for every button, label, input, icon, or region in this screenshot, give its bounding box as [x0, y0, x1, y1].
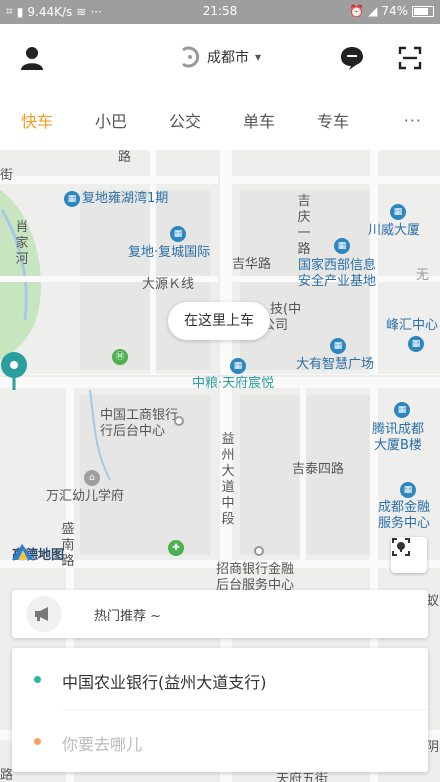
building-poi-icon: ▦	[334, 238, 350, 254]
locate-button[interactable]	[391, 537, 427, 573]
status-right: ⏰ ◢ 74%	[349, 4, 434, 18]
map-label: 万汇幼儿学府	[46, 489, 125, 504]
map-label: 腾讯成都	[372, 422, 425, 437]
signal-bars-icon: ◢	[368, 4, 378, 18]
hospital-poi-icon: ✚	[168, 540, 184, 556]
map-label-vertical: 肖家河	[15, 220, 29, 267]
building-poi-icon: ▦	[170, 226, 186, 242]
map-label: 大源Ｋ线	[142, 277, 195, 292]
app-header: 成都市 ▾	[0, 24, 440, 90]
service-tabs: 快车 小巴 公交 单车 专车 ···	[0, 90, 440, 150]
tab-bus[interactable]: 公交	[148, 108, 222, 132]
map-label: 大厦B楼	[374, 438, 422, 453]
destination-placeholder: 你要去哪儿	[62, 735, 143, 754]
pickup-location-row[interactable]: 中国农业银行(益州大道支行)	[12, 648, 428, 710]
building-poi-icon: ▦	[64, 191, 80, 207]
building-poi-icon: ▦	[400, 482, 416, 498]
map-label: 中国工商银行	[100, 408, 179, 423]
didi-logo-icon	[182, 46, 200, 68]
destination-input[interactable]: 你要去哪儿	[12, 710, 428, 772]
poi-dot-icon	[254, 546, 264, 556]
map-label: 复地雍湖湾1期	[82, 191, 169, 206]
amap-attribution: 高德地图	[12, 544, 64, 563]
building-poi-icon: ▦	[408, 336, 424, 352]
school-poi-icon: ⌂	[84, 470, 100, 486]
map-label: 峰汇中心	[386, 318, 439, 333]
pickup-here-bubble[interactable]: 在这里上车	[168, 302, 270, 340]
tabs-more-button[interactable]: ···	[404, 111, 422, 130]
pickup-pin-icon[interactable]	[0, 352, 28, 392]
alarm-icon: ⏰	[349, 4, 365, 18]
map-label: 大有智慧广场	[296, 357, 375, 372]
map-label: 街	[0, 168, 14, 183]
city-label: 成都市	[206, 50, 249, 66]
map-label: 川威大厦	[368, 223, 421, 238]
hot-recommend-label: 热门推荐 ~	[94, 609, 162, 624]
city-selector[interactable]: 成都市 ▾	[0, 46, 440, 68]
map-label: 天府五街	[276, 772, 329, 782]
map-label: 招商银行金融	[216, 562, 295, 577]
poi-dot-icon	[174, 416, 184, 426]
map-label: 路	[118, 150, 132, 165]
building-poi-icon: ▦	[390, 204, 406, 220]
scan-icon[interactable]	[396, 44, 424, 72]
battery-icon	[412, 5, 434, 17]
megaphone-icon	[26, 596, 62, 632]
building-poi-icon: ▦	[330, 338, 346, 354]
metro-icon: Ⓜ	[112, 349, 128, 365]
chevron-down-icon: ▾	[254, 50, 262, 64]
message-icon[interactable]	[338, 44, 366, 72]
building-poi-icon: ▦	[230, 358, 246, 374]
map-label-vertical: 吉庆一路	[297, 194, 311, 257]
tab-premier[interactable]: 专车	[296, 108, 370, 132]
map-label: 复地·复城国际	[128, 245, 211, 260]
map-label: 无	[416, 268, 430, 283]
map-label: 吉泰四路	[292, 462, 345, 477]
pickup-location-text: 中国农业银行(益州大道支行)	[62, 673, 267, 692]
map-label: 服务中心	[378, 516, 431, 531]
locate-icon	[392, 538, 410, 556]
tab-minibus[interactable]: 小巴	[74, 108, 148, 132]
map-label: 吉华路	[232, 257, 272, 272]
map-label: 技(中	[270, 302, 302, 317]
trip-input-card: 中国农业银行(益州大道支行) 你要去哪儿	[12, 648, 428, 772]
tab-express[interactable]: 快车	[0, 108, 74, 132]
map-label: 安全产业基地	[298, 274, 377, 289]
status-bar: ⌗ ▮ 9.44K/s ≋ ··· 21:58 ⏰ ◢ 74%	[0, 0, 440, 24]
hot-recommend-bar[interactable]: 热门推荐 ~	[12, 590, 428, 638]
building-poi-icon: ▦	[394, 402, 410, 418]
map-label: 国家西部信息	[298, 258, 377, 273]
battery-percent: 74%	[381, 4, 408, 18]
map-label-vertical: 益州大道中段	[221, 432, 235, 527]
pickup-dot-icon	[34, 676, 41, 683]
map-label: 成都金融	[378, 500, 431, 515]
tab-bike[interactable]: 单车	[222, 108, 296, 132]
map-label: 行后台中心	[100, 424, 166, 439]
map-label-pickup: 中粮·天府宸悦	[192, 376, 275, 391]
amap-logo-icon	[12, 544, 34, 560]
destination-dot-icon	[34, 738, 41, 745]
